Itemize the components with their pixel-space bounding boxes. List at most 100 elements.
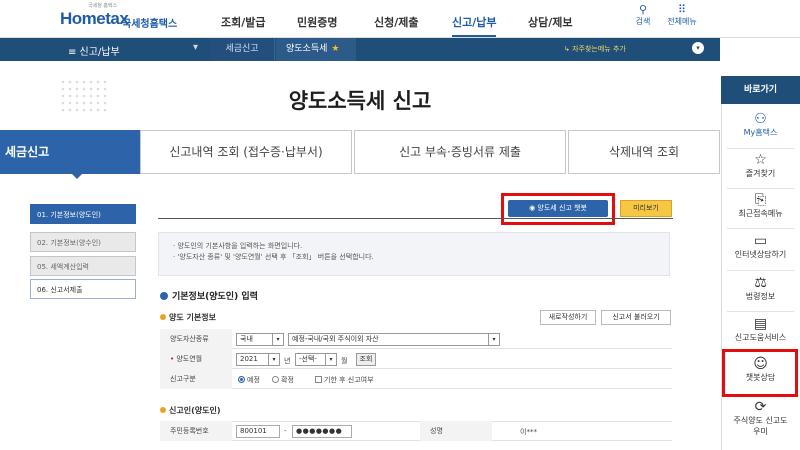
quick-report-help[interactable]: ▤ 신고도움서비스 — [721, 317, 800, 343]
quick-item-label: 즐겨찾기 — [745, 169, 776, 178]
quick-item-label: 신고도움서비스 — [734, 333, 787, 342]
chatbot-icon: ☺ — [753, 356, 768, 372]
nav-active-underline — [452, 35, 496, 37]
bullet-icon — [160, 407, 166, 413]
tab-attachment-submit[interactable]: 신고 부속·증빙서류 제출 — [354, 130, 566, 174]
quick-item-label: My홈택스 — [743, 128, 778, 137]
asset-kind-select[interactable]: 예정-국내/국외 주식이외 자산 ▾ — [288, 333, 500, 346]
radio-final[interactable]: 확정 — [272, 375, 294, 385]
chatbot-button[interactable]: ◉ 양도세 신고 챗봇 — [508, 200, 608, 217]
radio-on-icon — [238, 376, 245, 383]
nav-consult[interactable]: 상담/제보 — [528, 14, 573, 30]
resident-number-back[interactable]: ●●●●●●● — [292, 425, 352, 438]
logo-korean-text[interactable]: 국세청홈택스 — [122, 15, 177, 30]
grid-icon: ⠿ — [677, 3, 687, 16]
divider — [727, 188, 794, 189]
book-icon: ▤ — [753, 316, 768, 332]
breadcrumb-transfer-tax[interactable]: 양도소득세 ★ — [276, 38, 356, 61]
quick-item-label: 주식양도 신고도우미 — [733, 416, 788, 436]
subsection-title: 양도 기본정보 — [160, 312, 216, 323]
preview-button[interactable]: 미리보기 — [620, 200, 672, 217]
quick-my-hometax[interactable]: ⚇ My홈택스 — [721, 112, 800, 138]
section-title-text: 기본정보(양도인) 입력 — [172, 292, 258, 302]
tab-deleted-history[interactable]: 삭제내역 조회 — [568, 130, 720, 174]
quick-chatbot[interactable]: ☺ 챗봇상담 — [721, 357, 800, 383]
info-line: · 양도인의 기본사항을 입력하는 화면입니다. — [173, 242, 303, 250]
nav-certificate[interactable]: 민원증명 — [297, 14, 337, 30]
load-report-button[interactable]: 신고서 불러오기 — [601, 310, 671, 325]
breadcrumb-bar: ≡ 신고/납부 ▾ 세금신고 양도소득세 ★ ↳ 자주찾는메뉴 추가 ▾ — [0, 38, 720, 61]
resident-number-front[interactable]: 800101 — [236, 425, 280, 438]
asset-domestic-value: 국내 — [240, 335, 253, 343]
chevron-down-icon: ▾ — [268, 353, 279, 366]
month-suffix: 월 — [341, 357, 348, 365]
quick-menu-header: 바로가기 — [721, 76, 800, 104]
star-icon: ☆ — [754, 152, 767, 168]
page-title: 양도소득세 신고 — [288, 89, 432, 113]
add-favorite-link[interactable]: ↳ 자주찾는메뉴 추가 — [564, 44, 626, 54]
month-select[interactable]: -선택- ▾ — [295, 353, 337, 366]
asset-domestic-select[interactable]: 국내 ▾ — [236, 333, 284, 346]
dropdown-icon[interactable]: ▾ — [193, 42, 198, 53]
bullet-icon — [160, 314, 166, 320]
monitor-icon: ▭ — [753, 233, 768, 249]
step-tax-calc[interactable]: 05. 세액계산입력 — [30, 256, 136, 276]
quick-law-info[interactable]: ⚖ 법령정보 — [721, 276, 800, 302]
nav-application[interactable]: 신청/제출 — [374, 14, 419, 30]
search-label: 검색 — [635, 17, 651, 26]
chevron-down-icon: ▾ — [488, 333, 499, 346]
breadcrumb-tax-report[interactable]: 세금신고 — [210, 38, 275, 61]
resident-dash: - — [284, 427, 287, 435]
name-value: 이*** — [520, 428, 537, 436]
logo-caption: 국세청 홈택스 — [88, 3, 118, 9]
year-value: 2021 — [240, 355, 258, 363]
nav-inquiry[interactable]: 조회/발급 — [221, 14, 266, 30]
quick-favorites[interactable]: ☆ 즐겨찾기 — [721, 153, 800, 179]
report-type-label: 신고구분 — [160, 369, 232, 389]
info-box: · 양도인의 기본사항을 입력하는 화면입니다. · '양도자산 종류' 및 '… — [158, 232, 670, 276]
divider — [727, 228, 794, 229]
stock-icon: ⟳ — [754, 399, 767, 415]
all-menu-label: 전체메뉴 — [667, 17, 697, 26]
quick-item-label: 챗봇상담 — [745, 373, 776, 382]
chevron-down-icon[interactable]: ▾ — [692, 42, 704, 54]
tab-tax-report[interactable]: 세금신고 — [0, 130, 140, 174]
active-tab-arrow — [72, 174, 82, 179]
bullet-icon — [160, 292, 168, 300]
quick-internet-consult[interactable]: ▭ 인터넷상담하기 — [721, 234, 800, 260]
late-report-checkbox[interactable]: 기한 후 신고여부 — [315, 375, 374, 385]
quick-recent[interactable]: ⎘ 최근접속메뉴 — [721, 193, 800, 219]
step-basic-info-seller[interactable]: 01. 기본정보(양도인) — [30, 204, 136, 224]
all-menu-button[interactable]: ⠿ 전체메뉴 — [662, 4, 702, 27]
tab-report-history[interactable]: 신고내역 조회 (접수증·납부서) — [140, 130, 352, 174]
hometax-logo[interactable]: Hometax — [60, 9, 129, 29]
quick-stock-helper[interactable]: ⟳ 주식양도 신고도우미 — [721, 400, 800, 437]
recent-icon: ⎘ — [754, 192, 767, 208]
info-line: · '양도자산 종류' 및 '양도연월' 선택 후 「조회」 버튼을 선택합니다… — [173, 253, 374, 261]
form-row-type — [160, 369, 672, 389]
search-button[interactable]: ⚲ 검색 — [623, 4, 663, 27]
transfer-date-label-text: 양도연월 — [176, 355, 203, 363]
section-divider — [158, 218, 673, 219]
year-suffix: 년 — [284, 357, 291, 365]
step-basic-info-buyer[interactable]: 02. 기본정보(양수인) — [30, 232, 136, 252]
section-title: 기본정보(양도인) 입력 — [160, 289, 258, 302]
divider — [727, 270, 794, 271]
favorite-star-icon[interactable]: ★ — [331, 44, 339, 54]
month-value: -선택- — [299, 355, 317, 363]
nav-report-payment[interactable]: 신고/납부 — [452, 14, 497, 30]
breadcrumb-transfer-tax-label: 양도소득세 — [286, 44, 328, 54]
query-button[interactable]: 조회 — [356, 353, 376, 366]
radio-off-icon — [272, 376, 279, 383]
subsection-title-text: 신고인(양도인) — [169, 406, 221, 415]
chatbot-button-label: 양도세 신고 챗봇 — [537, 204, 587, 212]
chevron-down-icon: ▾ — [272, 333, 283, 346]
radio-scheduled[interactable]: 예정 — [238, 375, 260, 385]
person-icon: ⚇ — [754, 111, 767, 127]
step-submit[interactable]: 06. 신고서제출 — [30, 279, 136, 299]
asset-kind-value: 예정-국내/국외 주식이외 자산 — [292, 335, 379, 343]
year-select[interactable]: 2021 ▾ — [236, 353, 280, 366]
breadcrumb-menu[interactable]: ≡ 신고/납부 — [68, 43, 120, 58]
new-write-button[interactable]: 새로작성하기 — [540, 310, 596, 325]
radio-scheduled-label: 예정 — [247, 376, 260, 384]
